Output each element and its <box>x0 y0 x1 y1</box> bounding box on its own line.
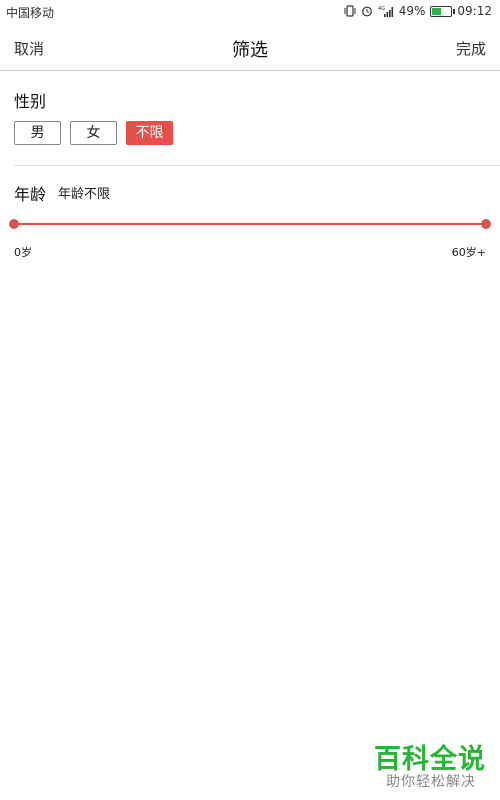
clock-time: 09:12 <box>457 4 492 18</box>
slider-thumb-min[interactable] <box>9 219 19 229</box>
slider-track[interactable] <box>14 223 486 225</box>
network-type: 4G <box>378 6 385 12</box>
slider-min-label: 0岁 <box>14 246 32 259</box>
alarm-icon <box>361 5 373 17</box>
battery-fill <box>432 7 441 15</box>
age-range-slider[interactable] <box>9 217 491 231</box>
section-divider <box>14 165 500 166</box>
battery-percent: 49% <box>398 4 426 18</box>
signal-icon: 4G <box>378 5 394 17</box>
gender-section-title: 性别 <box>14 92 47 111</box>
page-title: 筛选 <box>232 40 268 61</box>
age-section-title: 年龄 <box>14 185 47 204</box>
battery-icon <box>430 5 456 17</box>
gender-option-male[interactable]: 男 <box>14 121 61 145</box>
gender-option-female[interactable]: 女 <box>70 121 117 145</box>
status-icons: 4G 49% 09:12 <box>344 4 492 18</box>
slider-max-label: 60岁+ <box>451 246 486 259</box>
carrier-name: 中国移动 <box>6 6 55 20</box>
nav-bar: 取消 筛选 完成 <box>0 24 500 71</box>
status-bar: 中国移动 4G 49% 09:12 <box>0 0 500 24</box>
slider-thumb-max[interactable] <box>481 219 491 229</box>
done-button[interactable]: 完成 <box>456 38 486 59</box>
age-range-value: 年龄不限 <box>58 187 111 202</box>
vibrate-icon <box>344 5 356 17</box>
gender-option-any[interactable]: 不限 <box>126 121 173 145</box>
watermark-slogan: 助你轻松解决 <box>386 774 476 790</box>
